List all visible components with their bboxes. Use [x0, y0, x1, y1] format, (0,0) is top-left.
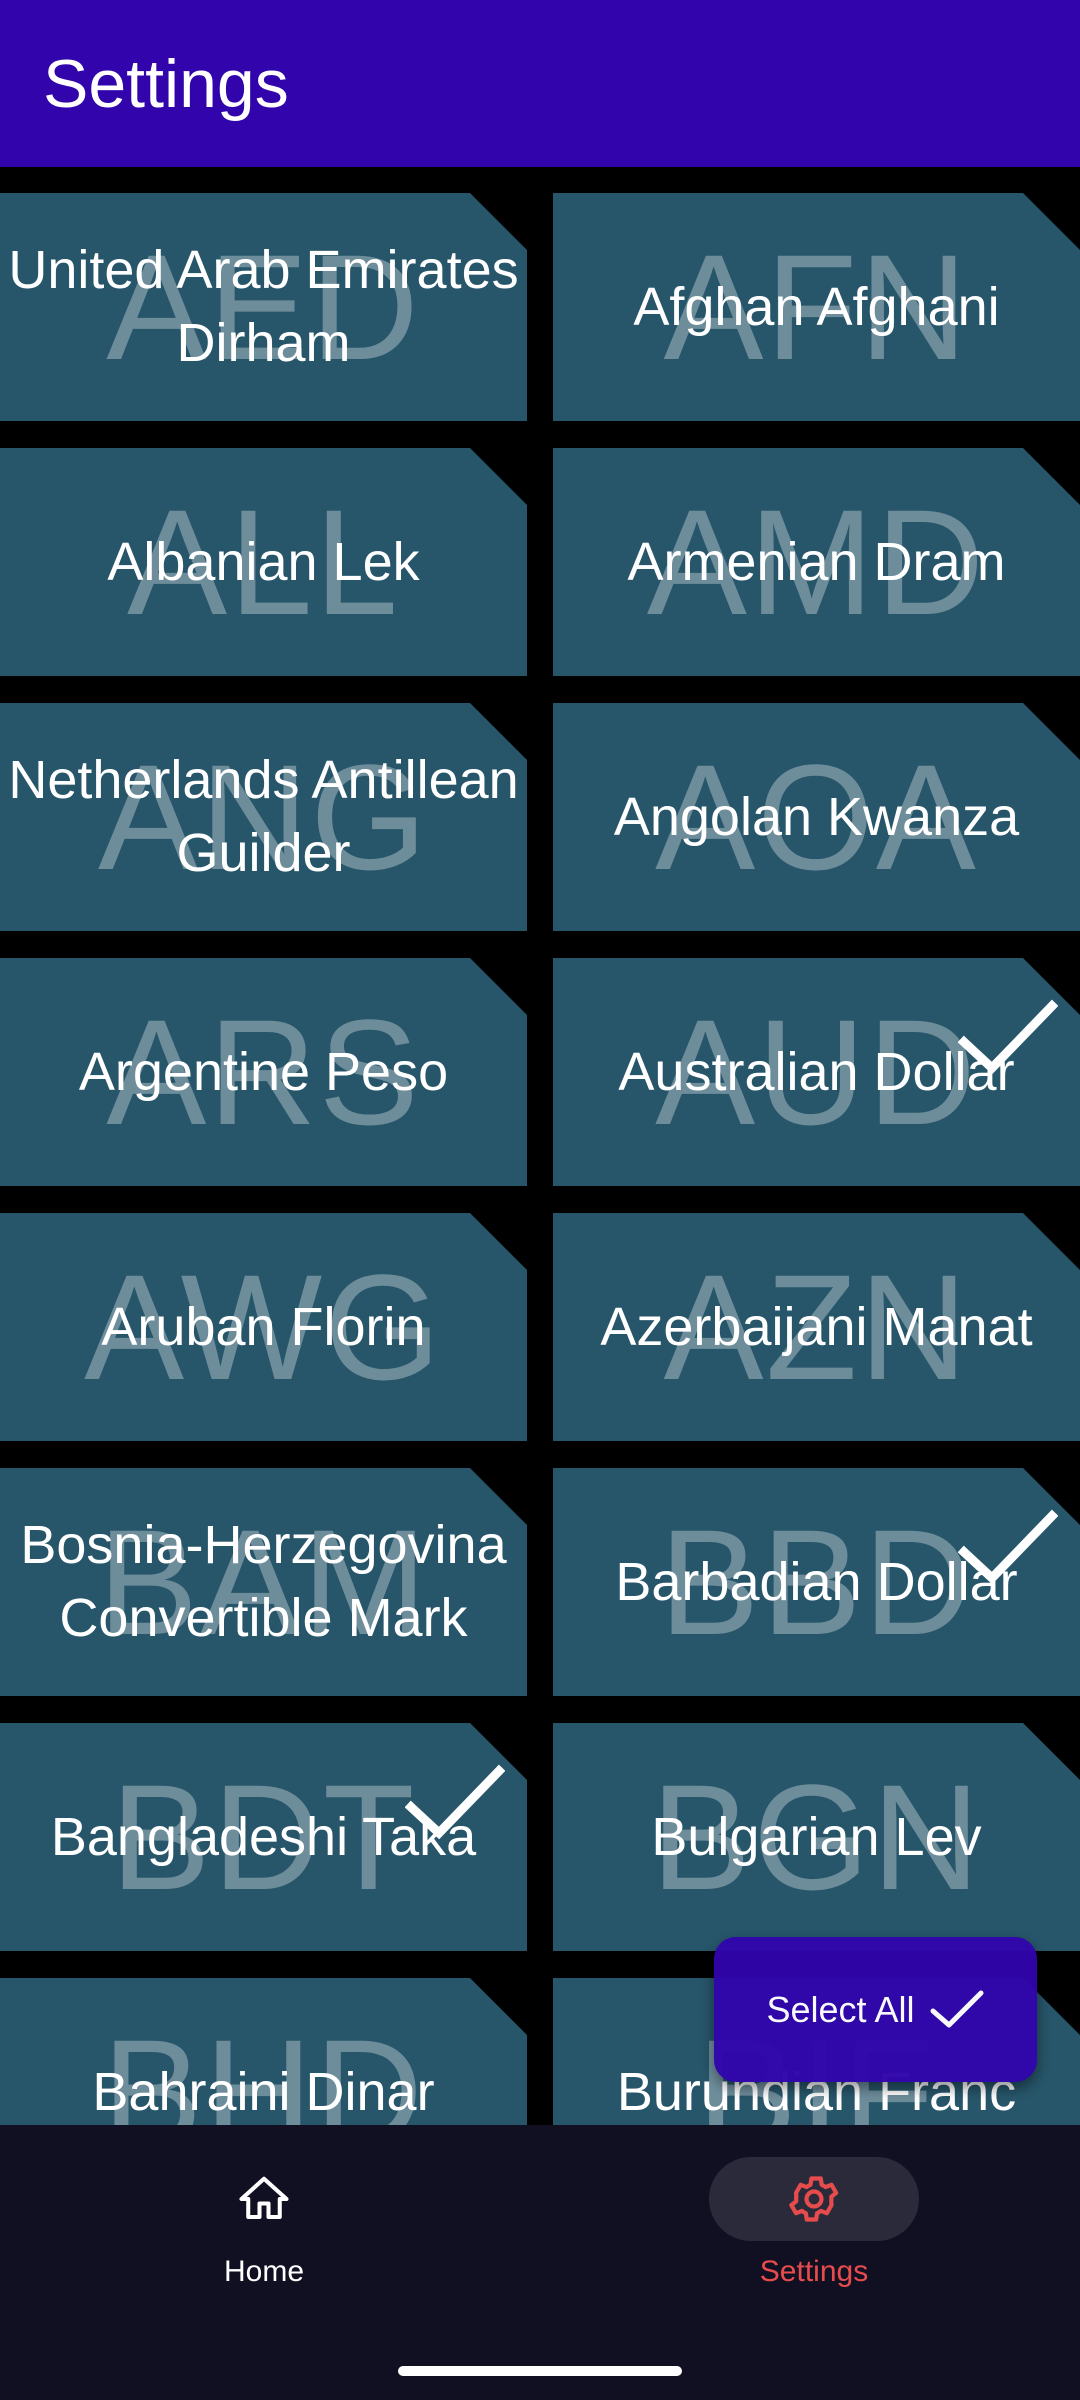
- home-pill: [159, 2157, 369, 2241]
- home-icon: [239, 2176, 289, 2220]
- currency-tile-aud[interactable]: AUD Australian Dollar: [553, 958, 1080, 1186]
- selected-check-icon: [958, 1509, 1058, 1585]
- currency-name: Albanian Lek: [107, 531, 420, 592]
- gear-icon: [789, 2176, 839, 2222]
- select-all-button[interactable]: Select All: [714, 1937, 1037, 2082]
- currency-name: United Arab Emirates Dirham: [8, 240, 519, 373]
- nav-item-settings[interactable]: Settings: [614, 2157, 1014, 2317]
- currency-name: Aruban Florin: [101, 1296, 426, 1357]
- currency-name: Azerbaijani Manat: [600, 1296, 1033, 1357]
- currency-tile-awg[interactable]: AWG Aruban Florin: [0, 1213, 527, 1441]
- nav-item-home[interactable]: Home: [64, 2157, 464, 2317]
- nav-label-home: Home: [223, 2255, 305, 2288]
- currency-tile-ang[interactable]: ANG Netherlands Antillean Guilder: [0, 703, 527, 931]
- currency-tile-bdt[interactable]: BDT Bangladeshi Taka: [0, 1723, 527, 1951]
- currency-tile-aoa[interactable]: AOA Angolan Kwanza: [553, 703, 1080, 931]
- selected-check-icon: [958, 999, 1058, 1075]
- select-all-label: Select All: [766, 1988, 915, 2030]
- currency-name: Bosnia-Herzegovina Convertible Mark: [20, 1515, 507, 1648]
- page-title: Settings: [43, 46, 289, 122]
- currency-tile-all[interactable]: ALL Albanian Lek: [0, 448, 527, 676]
- currency-name: Bulgarian Lev: [651, 1806, 982, 1867]
- top-app-bar: Settings: [0, 0, 1080, 167]
- selected-check-icon: [405, 1764, 505, 1840]
- currency-grid[interactable]: AED United Arab Emirates Dirham AFN Afghan …: [0, 167, 1080, 2125]
- gesture-bar: [398, 2366, 682, 2376]
- currency-tile-aed[interactable]: AED United Arab Emirates Dirham: [0, 193, 527, 421]
- currency-name: Argentine Peso: [78, 1041, 449, 1102]
- currency-tile-bbd[interactable]: BBD Barbadian Dollar: [553, 1468, 1080, 1696]
- currency-name: Bahraini Dinar: [92, 2061, 435, 2122]
- currency-name: Angolan Kwanza: [613, 786, 1020, 847]
- currency-tile-bgn[interactable]: BGN Bulgarian Lev: [553, 1723, 1080, 1951]
- nav-label-settings: Settings: [759, 2255, 869, 2288]
- currency-tile-bhd[interactable]: BHD Bahraini Dinar: [0, 1978, 527, 2125]
- currency-tile-bam[interactable]: BAM Bosnia-Herzegovina Convertible Mark: [0, 1468, 527, 1696]
- currency-tile-amd[interactable]: AMD Armenian Dram: [553, 448, 1080, 676]
- currency-name: Armenian Dram: [627, 531, 1006, 592]
- currency-tile-azn[interactable]: AZN Azerbaijani Manat: [553, 1213, 1080, 1441]
- currency-name: Netherlands Antillean Guilder: [8, 750, 519, 883]
- currency-tile-afn[interactable]: AFN Afghan Afghani: [553, 193, 1080, 421]
- currency-tile-ars[interactable]: ARS Argentine Peso: [0, 958, 527, 1186]
- settings-pill: [709, 2157, 919, 2241]
- currency-name: Afghan Afghani: [633, 276, 1000, 337]
- bottom-navigation: Home Settings: [0, 2125, 1080, 2400]
- check-icon: [930, 1990, 984, 2027]
